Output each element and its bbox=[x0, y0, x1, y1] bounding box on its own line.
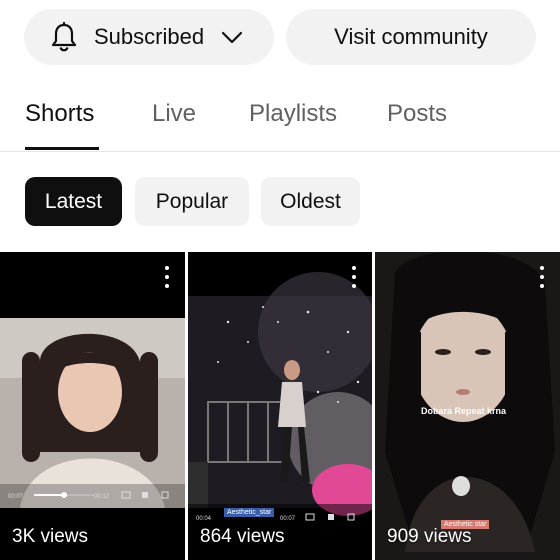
filter-chip-popular[interactable]: Popular bbox=[135, 177, 249, 226]
tabs-divider bbox=[0, 151, 560, 152]
player-time-start: 00:07 bbox=[8, 494, 24, 500]
tab-shorts[interactable]: Shorts bbox=[25, 100, 94, 128]
filter-chip-oldest[interactable]: Oldest bbox=[261, 177, 360, 226]
more-vert-icon[interactable] bbox=[350, 266, 358, 288]
bell-icon bbox=[50, 22, 78, 52]
shorts-grid: 00:07 00:12 3K views 00:04 00:07 Aesthet… bbox=[0, 252, 560, 560]
player-time-end: 00:07 bbox=[280, 516, 296, 522]
short-card[interactable]: 00:04 00:07 Aesthetic_star 864 views bbox=[188, 252, 372, 560]
tab-live[interactable]: Live bbox=[152, 100, 196, 128]
more-vert-icon[interactable] bbox=[163, 266, 171, 288]
player-time-start: 00:04 bbox=[196, 516, 212, 522]
filter-chip-latest[interactable]: Latest bbox=[25, 177, 122, 226]
short-caption: Dobara Repeat krna bbox=[421, 406, 507, 416]
short-thumbnail: 00:07 00:12 bbox=[0, 252, 185, 560]
short-views: 864 views bbox=[200, 526, 285, 547]
subscribed-button[interactable]: Subscribed bbox=[24, 9, 274, 65]
short-card[interactable]: 00:07 00:12 3K views bbox=[0, 252, 185, 560]
short-views: 909 views bbox=[387, 526, 472, 547]
chevron-down-icon bbox=[220, 25, 244, 49]
short-card[interactable]: Dobara Repeat krna Aesthetic star 909 vi… bbox=[375, 252, 560, 560]
tab-playlists[interactable]: Playlists bbox=[249, 100, 337, 128]
more-vert-icon[interactable] bbox=[538, 266, 546, 288]
creator-tag: Aesthetic_star bbox=[224, 508, 275, 517]
short-views: 3K views bbox=[12, 526, 89, 547]
channel-actions: Subscribed Visit community bbox=[24, 9, 560, 65]
player-time-end: 00:12 bbox=[94, 494, 110, 500]
active-tab-indicator bbox=[25, 147, 99, 150]
visit-community-label: Visit community bbox=[334, 24, 488, 49]
short-thumbnail: 00:04 00:07 bbox=[188, 252, 372, 560]
tab-posts[interactable]: Posts bbox=[387, 100, 447, 128]
subscribed-label: Subscribed bbox=[94, 24, 205, 49]
visit-community-button[interactable]: Visit community bbox=[286, 9, 536, 65]
channel-tabs: Shorts Live Playlists Posts bbox=[0, 92, 560, 152]
